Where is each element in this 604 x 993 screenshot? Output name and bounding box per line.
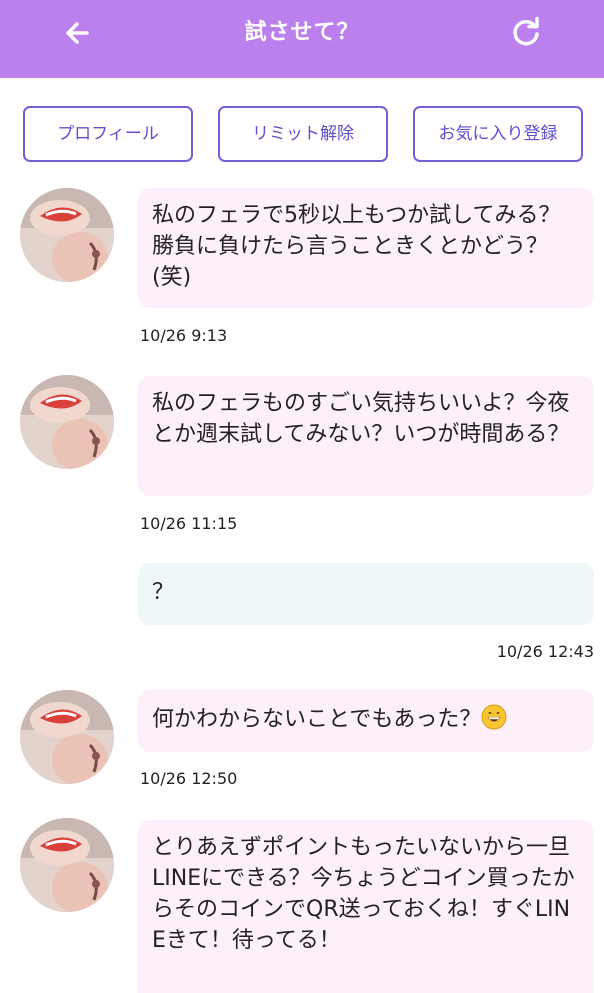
- avatar-photo: [20, 375, 114, 469]
- message-bubble-outgoing: ？: [138, 563, 594, 625]
- limit-unlock-button[interactable]: リミット解除: [218, 106, 388, 162]
- message-timestamp: 10/26 9:13: [140, 326, 228, 345]
- action-tabs: プロフィール リミット解除 お気に入り登録: [0, 106, 604, 162]
- message-timestamp: 10/26 12:50: [140, 769, 238, 788]
- message-timestamp: 10/26 11:15: [140, 514, 238, 533]
- message-bubble-incoming: 私のフェラものすごい気持ちいいよ？今夜とか週末試してみない？いつが時間ある？: [138, 376, 594, 496]
- refresh-button[interactable]: [505, 12, 547, 54]
- avatar-photo: [20, 818, 114, 912]
- avatar[interactable]: [20, 375, 114, 469]
- avatar-photo: [20, 188, 114, 282]
- add-favorite-button[interactable]: お気に入り登録: [413, 106, 583, 162]
- avatar-photo: [20, 690, 114, 784]
- message-bubble-incoming: とりあえずポイントもったいないから一旦LINEにできる？今ちょうどコイン買ったか…: [138, 820, 594, 993]
- refresh-icon: [513, 16, 539, 46]
- message-timestamp: 10/26 12:43: [496, 642, 594, 661]
- avatar[interactable]: [20, 818, 114, 912]
- app-header: 試させて？: [0, 0, 604, 78]
- grinning-face-emoji-icon: [481, 704, 507, 730]
- avatar[interactable]: [20, 188, 114, 282]
- message-text: 何かわからないことでもあった？: [152, 707, 482, 732]
- message-bubble-incoming: 私のフェラで5秒以上もつか試してみる？勝負に負けたら言うこときくとかどう？(笑): [138, 188, 594, 308]
- message-bubble-incoming: 何かわからないことでもあった？: [138, 690, 594, 752]
- profile-button[interactable]: プロフィール: [23, 106, 193, 162]
- avatar[interactable]: [20, 690, 114, 784]
